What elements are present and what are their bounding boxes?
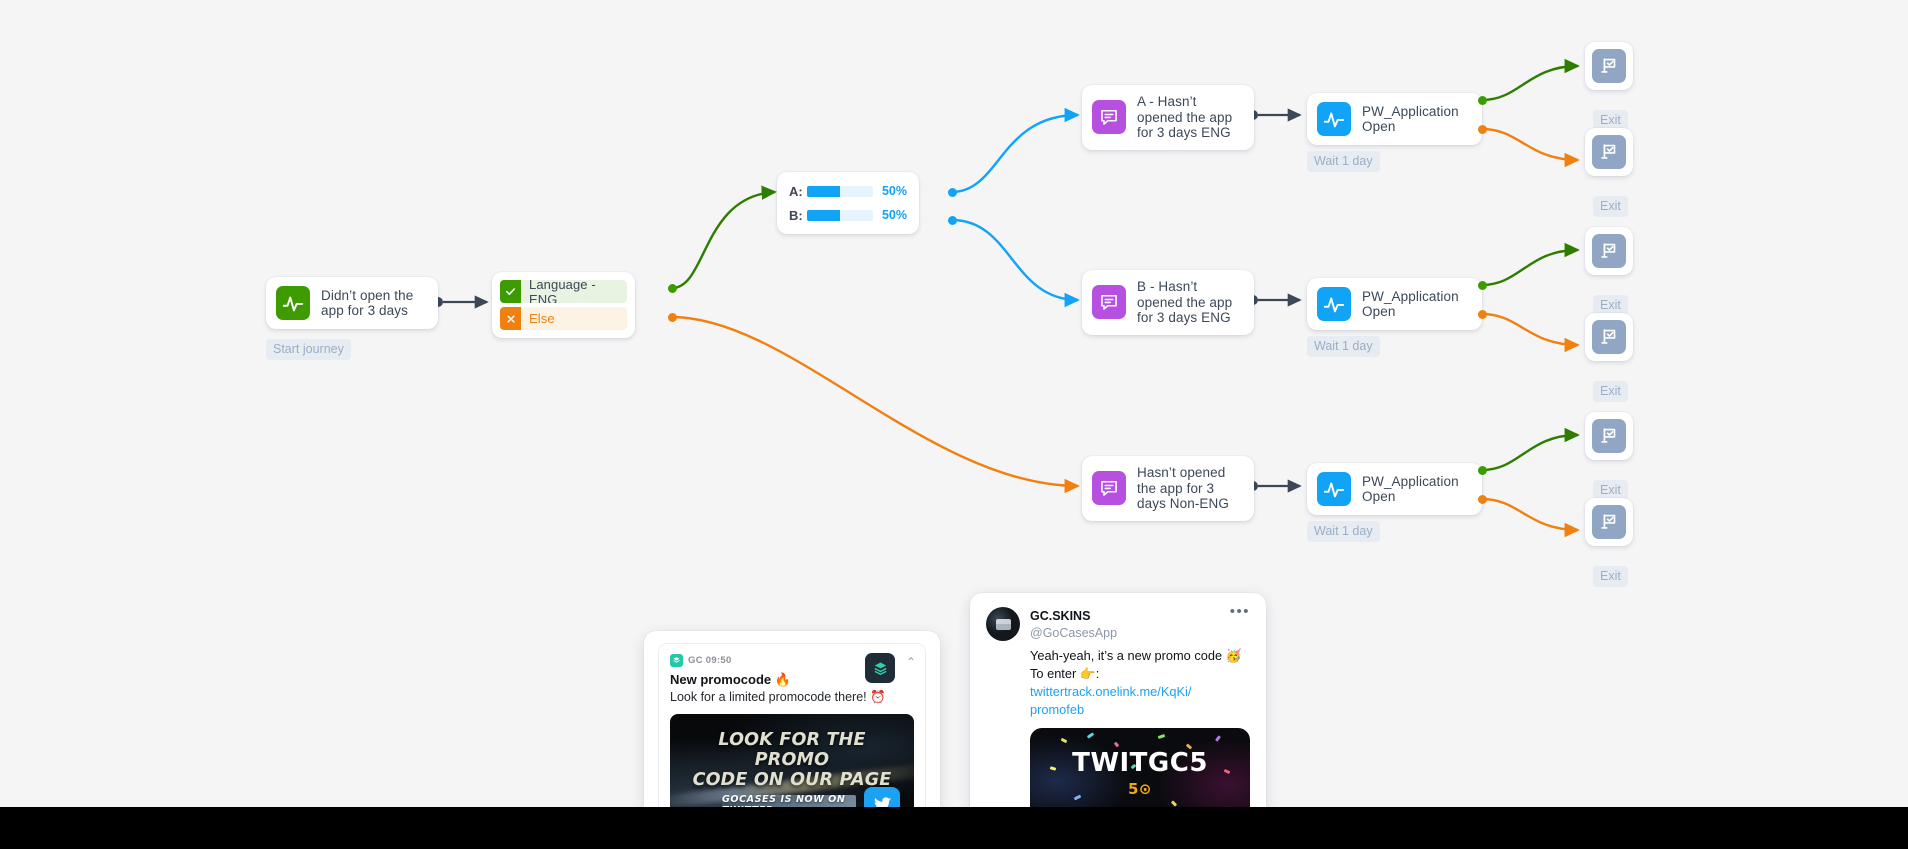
activity-pulse-icon [1317, 472, 1351, 506]
port-event2-no[interactable] [1478, 310, 1487, 319]
bottom-bar [0, 807, 1908, 849]
flag-check-icon [1592, 320, 1626, 354]
split-bar-b [807, 209, 873, 221]
split-row-a[interactable]: A: 50% [789, 182, 907, 200]
port-condition-yes[interactable] [668, 284, 677, 293]
push-hero-text: LOOK FOR THE PROMO CODE ON OUR PAGE [670, 730, 914, 790]
caption-exit-6: Exit [1593, 566, 1628, 587]
port-split-b[interactable] [948, 216, 957, 225]
node-message-non-eng[interactable]: Hasn’t opened the app for 3 days Non-ENG [1082, 456, 1254, 521]
port-event3-yes[interactable] [1478, 466, 1487, 475]
activity-pulse-icon [1317, 102, 1351, 136]
caption-start-journey: Start journey [266, 339, 351, 360]
avatar-mark [995, 618, 1011, 630]
node-exit-6[interactable] [1585, 498, 1633, 546]
port-condition-else[interactable] [668, 313, 677, 322]
port-event1-yes[interactable] [1478, 96, 1487, 105]
condition-row-else-label: Else [521, 307, 627, 330]
port-event1-no[interactable] [1478, 125, 1487, 134]
node-exit-4[interactable] [1585, 313, 1633, 361]
tweet-hero-sub: 5⊙ [1127, 780, 1152, 798]
node-label: Didn’t open the app for 3 days [321, 287, 414, 319]
caption-wait-1-day-3: Wait 1 day [1307, 521, 1380, 542]
message-bubble-icon [1092, 100, 1126, 135]
tweet-body-line2: To enter 👉: [1030, 666, 1100, 681]
node-ab-split[interactable]: A: 50% B: 50% [777, 172, 919, 234]
split-percent-b: 50% [881, 208, 907, 222]
condition-row-yes[interactable]: Language - ENG [500, 280, 627, 303]
app-logo-icon [670, 654, 683, 667]
port-event3-no[interactable] [1478, 495, 1487, 504]
chevron-up-icon[interactable]: ⌃ [906, 656, 916, 668]
node-start-trigger[interactable]: Didn’t open the app for 3 days [266, 277, 438, 329]
caption-exit-4: Exit [1593, 381, 1628, 402]
message-bubble-icon [1092, 471, 1126, 506]
node-event-app-open-3[interactable]: PW_Application Open [1307, 463, 1482, 515]
flag-check-icon [1592, 419, 1626, 453]
flag-check-icon [1592, 135, 1626, 169]
node-event-app-open-1[interactable]: PW_Application Open [1307, 93, 1482, 145]
avatar [986, 607, 1020, 641]
tweet-body-line1: Yeah-yeah, it’s a new promo code 🥳 [1030, 648, 1242, 663]
push-body: Look for a limited promocode there! ⏰ [670, 690, 886, 704]
push-hero-line1: LOOK FOR THE PROMO [718, 730, 866, 770]
caption-exit-2: Exit [1593, 196, 1628, 217]
node-exit-1[interactable] [1585, 42, 1633, 90]
tweet-header: GC.SKINS @GoCasesApp ••• [986, 604, 1250, 641]
activity-pulse-icon [1317, 287, 1351, 321]
message-bubble-icon [1092, 285, 1126, 320]
split-percent-a: 50% [881, 184, 907, 198]
node-label: PW_Application Open [1362, 103, 1459, 135]
node-label: A - Hasn’t opened the app for 3 days ENG [1137, 94, 1233, 140]
split-key-b: B: [789, 207, 803, 223]
port-split-a[interactable] [948, 188, 957, 197]
node-label: Hasn’t opened the app for 3 days Non-ENG [1137, 465, 1229, 511]
split-bar-a [807, 185, 873, 197]
more-options-icon[interactable]: ••• [1230, 604, 1250, 619]
tweet-display-name: GC.SKINS [1030, 609, 1091, 623]
tweet-body: Yeah-yeah, it’s a new promo code 🥳 To en… [1030, 647, 1250, 719]
condition-row-else[interactable]: Else [500, 307, 627, 330]
flag-check-icon [1592, 49, 1626, 83]
flag-check-icon [1592, 234, 1626, 268]
tweet-hero-code: TWITGC5 [1072, 748, 1208, 778]
split-row-b[interactable]: B: 50% [789, 206, 907, 224]
split-bar-a-fill [807, 185, 840, 197]
port-event2-yes[interactable] [1478, 281, 1487, 290]
check-icon [500, 280, 521, 303]
close-icon [500, 307, 521, 330]
split-key-a: A: [789, 183, 803, 199]
node-message-a[interactable]: A - Hasn’t opened the app for 3 days ENG [1082, 85, 1254, 150]
node-exit-5[interactable] [1585, 412, 1633, 460]
tweet-link-line1[interactable]: twittertrack.onelink.me/KqKi/ [1030, 683, 1250, 701]
caption-wait-1-day-2: Wait 1 day [1307, 336, 1380, 357]
condition-row-yes-label: Language - ENG [521, 280, 627, 303]
push-hero-line2: CODE ON OUR PAGE [692, 770, 892, 790]
node-label: PW_Application Open [1362, 288, 1459, 320]
node-label: PW_Application Open [1362, 473, 1459, 505]
tweet-author: GC.SKINS @GoCasesApp [1030, 607, 1117, 641]
app-icon [865, 653, 895, 683]
activity-pulse-icon [276, 286, 310, 320]
caption-wait-1-day-1: Wait 1 day [1307, 151, 1380, 172]
push-app-time: GC 09:50 [688, 655, 732, 666]
split-bar-b-fill [807, 209, 840, 221]
node-exit-3[interactable] [1585, 227, 1633, 275]
tweet-link-line2[interactable]: promofeb [1030, 701, 1250, 719]
tweet-handle: @GoCasesApp [1030, 626, 1118, 640]
node-exit-2[interactable] [1585, 128, 1633, 176]
flag-check-icon [1592, 505, 1626, 539]
node-event-app-open-2[interactable]: PW_Application Open [1307, 278, 1482, 330]
journey-canvas[interactable]: Didn’t open the app for 3 days Start jou… [0, 0, 1908, 849]
node-condition-language[interactable]: Language - ENG Else [492, 272, 635, 338]
node-label: B - Hasn’t opened the app for 3 days ENG [1137, 279, 1233, 325]
node-message-b[interactable]: B - Hasn’t opened the app for 3 days ENG [1082, 270, 1254, 335]
